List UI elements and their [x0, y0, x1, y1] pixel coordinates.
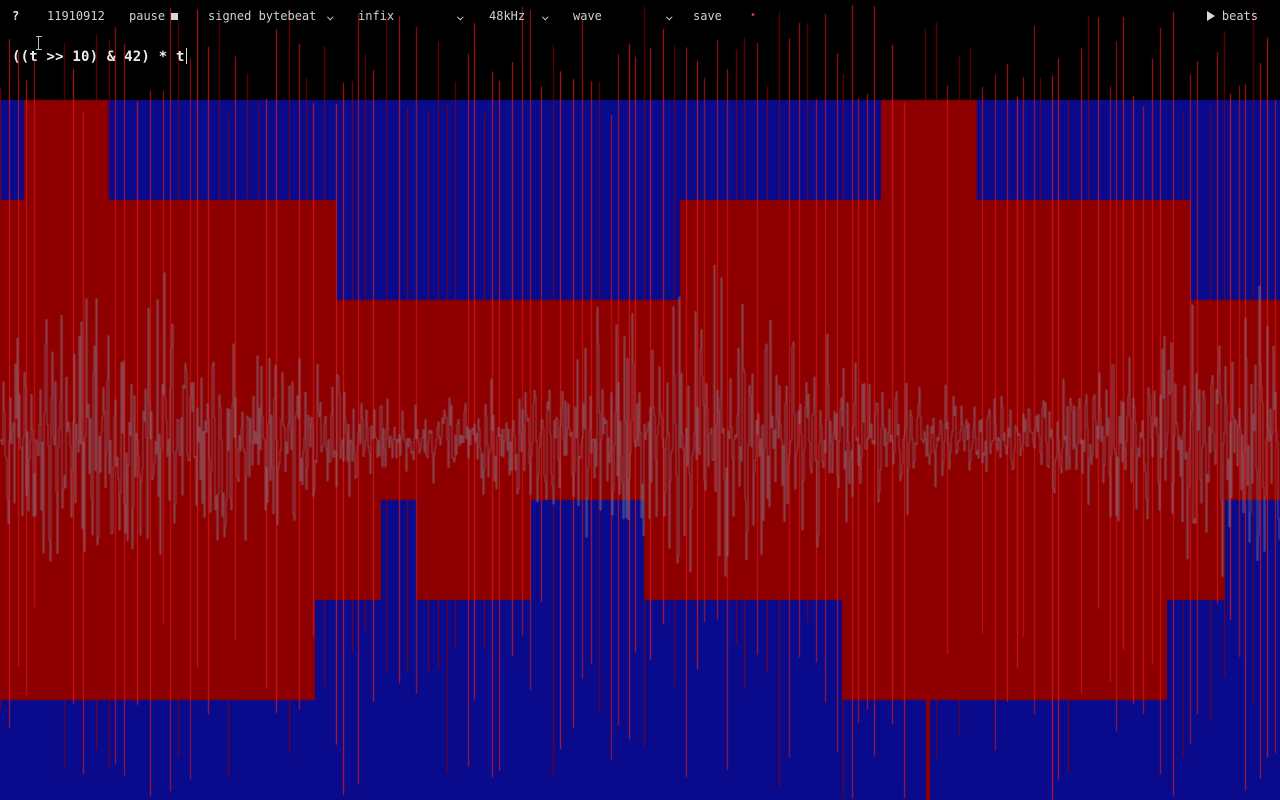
syntax-select[interactable]: infix ⌄: [358, 0, 466, 32]
mode-select-value: signed bytebeat: [208, 9, 317, 23]
pause-button[interactable]: pause: [129, 0, 179, 32]
top-toolbar: ? 11910912 pause signed bytebeat ⌄ infix ⌄…: [0, 0, 1280, 32]
chevron-down-icon: ⌄: [665, 9, 675, 22]
stop-square-icon: [171, 13, 179, 20]
waveform-visualization[interactable]: [0, 0, 1280, 800]
chevron-down-icon: ⌄: [326, 9, 336, 22]
waveform-canvas[interactable]: [0, 0, 1280, 800]
view-select[interactable]: wave ⌄: [573, 0, 675, 32]
syntax-select-value: infix: [358, 9, 395, 23]
unsaved-indicator: •: [750, 10, 757, 21]
mode-select[interactable]: signed bytebeat ⌄: [208, 0, 336, 32]
play-triangle-icon: [1206, 11, 1215, 21]
beats-label: beats: [1221, 9, 1258, 23]
save-button[interactable]: save: [693, 0, 722, 32]
expression-text: ((t >> 10) & 42) * t: [12, 49, 185, 65]
help-button[interactable]: ?: [12, 0, 19, 32]
view-select-value: wave: [573, 9, 602, 23]
sample-rate-value: 48kHz: [489, 9, 526, 23]
expression-editor[interactable]: ((t >> 10) & 42) * t: [12, 47, 187, 67]
text-cursor-icon: [36, 36, 42, 50]
sample-rate-select[interactable]: 48kHz ⌄: [489, 0, 551, 32]
beats-button[interactable]: beats: [1206, 0, 1258, 32]
time-counter[interactable]: 11910912: [47, 0, 105, 32]
text-caret: [185, 48, 187, 64]
pause-label: pause: [129, 9, 166, 23]
chevron-down-icon: ⌄: [541, 9, 551, 22]
chevron-down-icon: ⌄: [456, 9, 466, 22]
